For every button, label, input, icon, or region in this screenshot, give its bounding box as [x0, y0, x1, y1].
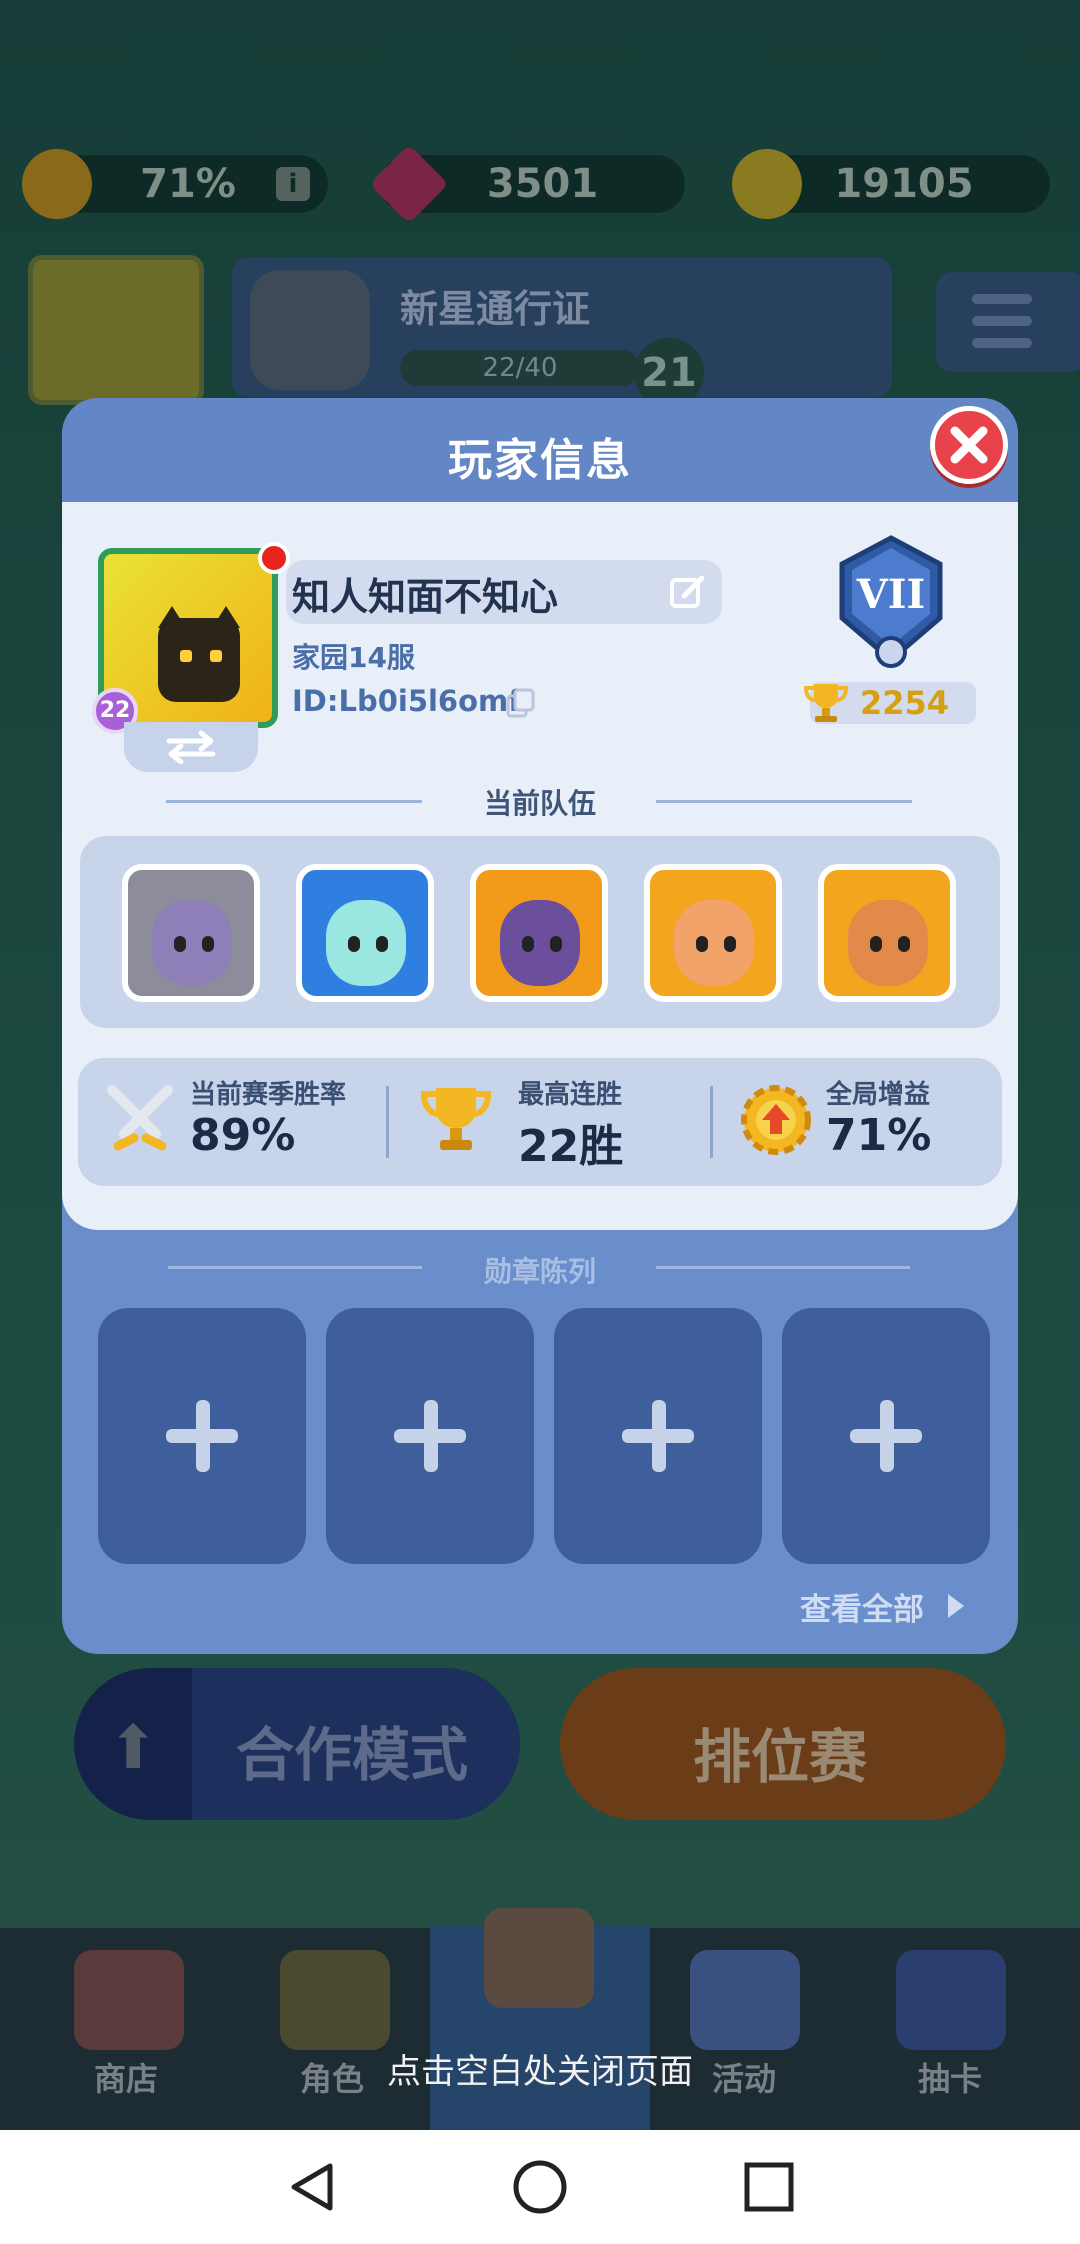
- plus-icon: [394, 1400, 466, 1472]
- global-boost-label: 全局增益: [826, 1080, 931, 1110]
- divider: [166, 800, 422, 803]
- view-all-link[interactable]: 查看全部: [800, 1584, 924, 1629]
- team-hero-card[interactable]: [122, 864, 260, 1002]
- hero-portrait: [326, 900, 406, 986]
- boost-gear-icon: [22, 149, 92, 219]
- boost-percent: 71%: [140, 161, 236, 207]
- coin-count: 19105: [834, 161, 974, 207]
- medal-section-title: 勋章陈列: [483, 1255, 596, 1288]
- plus-icon: [622, 1400, 694, 1472]
- info-icon[interactable]: i: [276, 167, 310, 201]
- medal-slot[interactable]: [782, 1308, 990, 1564]
- rank-emblem-icon: VII: [839, 535, 943, 668]
- pass-progress: 22/40: [400, 350, 640, 386]
- team-hero-card[interactable]: [296, 864, 434, 1002]
- ranked-label: 排位赛: [693, 1723, 868, 1791]
- hero-portrait: [674, 900, 754, 986]
- home-button[interactable]: [509, 2156, 571, 2218]
- copy-icon[interactable]: [504, 686, 538, 720]
- max-streak-label: 最高连胜: [518, 1080, 623, 1110]
- close-button[interactable]: [930, 406, 1008, 484]
- global-boost-value: 71%: [826, 1110, 932, 1161]
- plus-icon: [850, 1400, 922, 1472]
- rank-numeral: VII: [856, 571, 925, 618]
- team-hero-card[interactable]: [644, 864, 782, 1002]
- server-name: 家园14服: [292, 641, 415, 674]
- swap-avatar-button[interactable]: [124, 722, 258, 772]
- arrow-up-icon: ⬆: [108, 1713, 159, 1783]
- gem-count: 3501: [486, 161, 599, 207]
- max-streak-value: 22胜: [518, 1121, 624, 1172]
- team-hero-card[interactable]: [470, 864, 608, 1002]
- boost-gear-icon: [741, 1085, 811, 1155]
- divider: [710, 1086, 713, 1158]
- coop-mode-label: 合作模式: [236, 1721, 469, 1789]
- boost-resource-bar: 71% i: [22, 149, 328, 219]
- back-triangle-icon: [291, 2163, 333, 2211]
- trophy-icon: [420, 1088, 492, 1150]
- player-id: ID:Lb0i5l6omf: [292, 684, 521, 718]
- edit-icon[interactable]: [668, 572, 708, 612]
- recents-square-icon: [744, 2162, 794, 2212]
- lobby-avatar[interactable]: [28, 255, 204, 405]
- gacha-icon[interactable]: [896, 1950, 1006, 2050]
- win-rate-label: 当前赛季胜率: [190, 1080, 347, 1110]
- swap-arrows-icon: [166, 730, 216, 764]
- notification-dot: [258, 542, 290, 574]
- close-icon: [950, 426, 988, 464]
- coin-icon: [732, 149, 802, 219]
- menu-button[interactable]: [936, 272, 1080, 372]
- gem-resource-bar: 3501: [369, 144, 685, 224]
- battle-icon[interactable]: [484, 1908, 594, 2008]
- divider: [656, 800, 912, 803]
- recents-button[interactable]: [738, 2156, 800, 2218]
- medal-slot[interactable]: [326, 1308, 534, 1564]
- team-hero-card[interactable]: [818, 864, 956, 1002]
- trophy-count: 2254: [860, 684, 950, 722]
- player-name: 知人知面不知心: [292, 575, 559, 619]
- hero-portrait: [152, 900, 232, 986]
- coin-resource-bar: 19105: [732, 149, 1050, 219]
- character-icon[interactable]: [280, 1950, 390, 2050]
- home-circle-icon: [513, 2160, 567, 2214]
- team-section-title: 当前队伍: [483, 787, 596, 820]
- divider: [168, 1266, 422, 1269]
- crossed-swords-icon: [107, 1085, 173, 1151]
- shop-icon[interactable]: [74, 1950, 184, 2050]
- divider: [656, 1266, 910, 1269]
- pass-emblem-icon: [250, 270, 370, 390]
- plus-icon: [166, 1400, 238, 1472]
- back-button[interactable]: [282, 2156, 344, 2218]
- dialog-title: 玩家信息: [448, 435, 632, 486]
- close-hint: 点击空白处关闭页面: [387, 2052, 693, 2092]
- system-nav-bar: [0, 2130, 1080, 2244]
- divider: [386, 1086, 389, 1158]
- medal-slot[interactable]: [554, 1308, 762, 1564]
- win-rate-value: 89%: [190, 1110, 296, 1161]
- hero-portrait: [500, 900, 580, 986]
- play-arrow-icon[interactable]: [948, 1594, 964, 1618]
- hero-portrait: [848, 900, 928, 986]
- pass-title: 新星通行证: [400, 287, 591, 331]
- trophy-icon: [803, 684, 849, 722]
- event-icon[interactable]: [690, 1950, 800, 2050]
- medal-slot[interactable]: [98, 1308, 306, 1564]
